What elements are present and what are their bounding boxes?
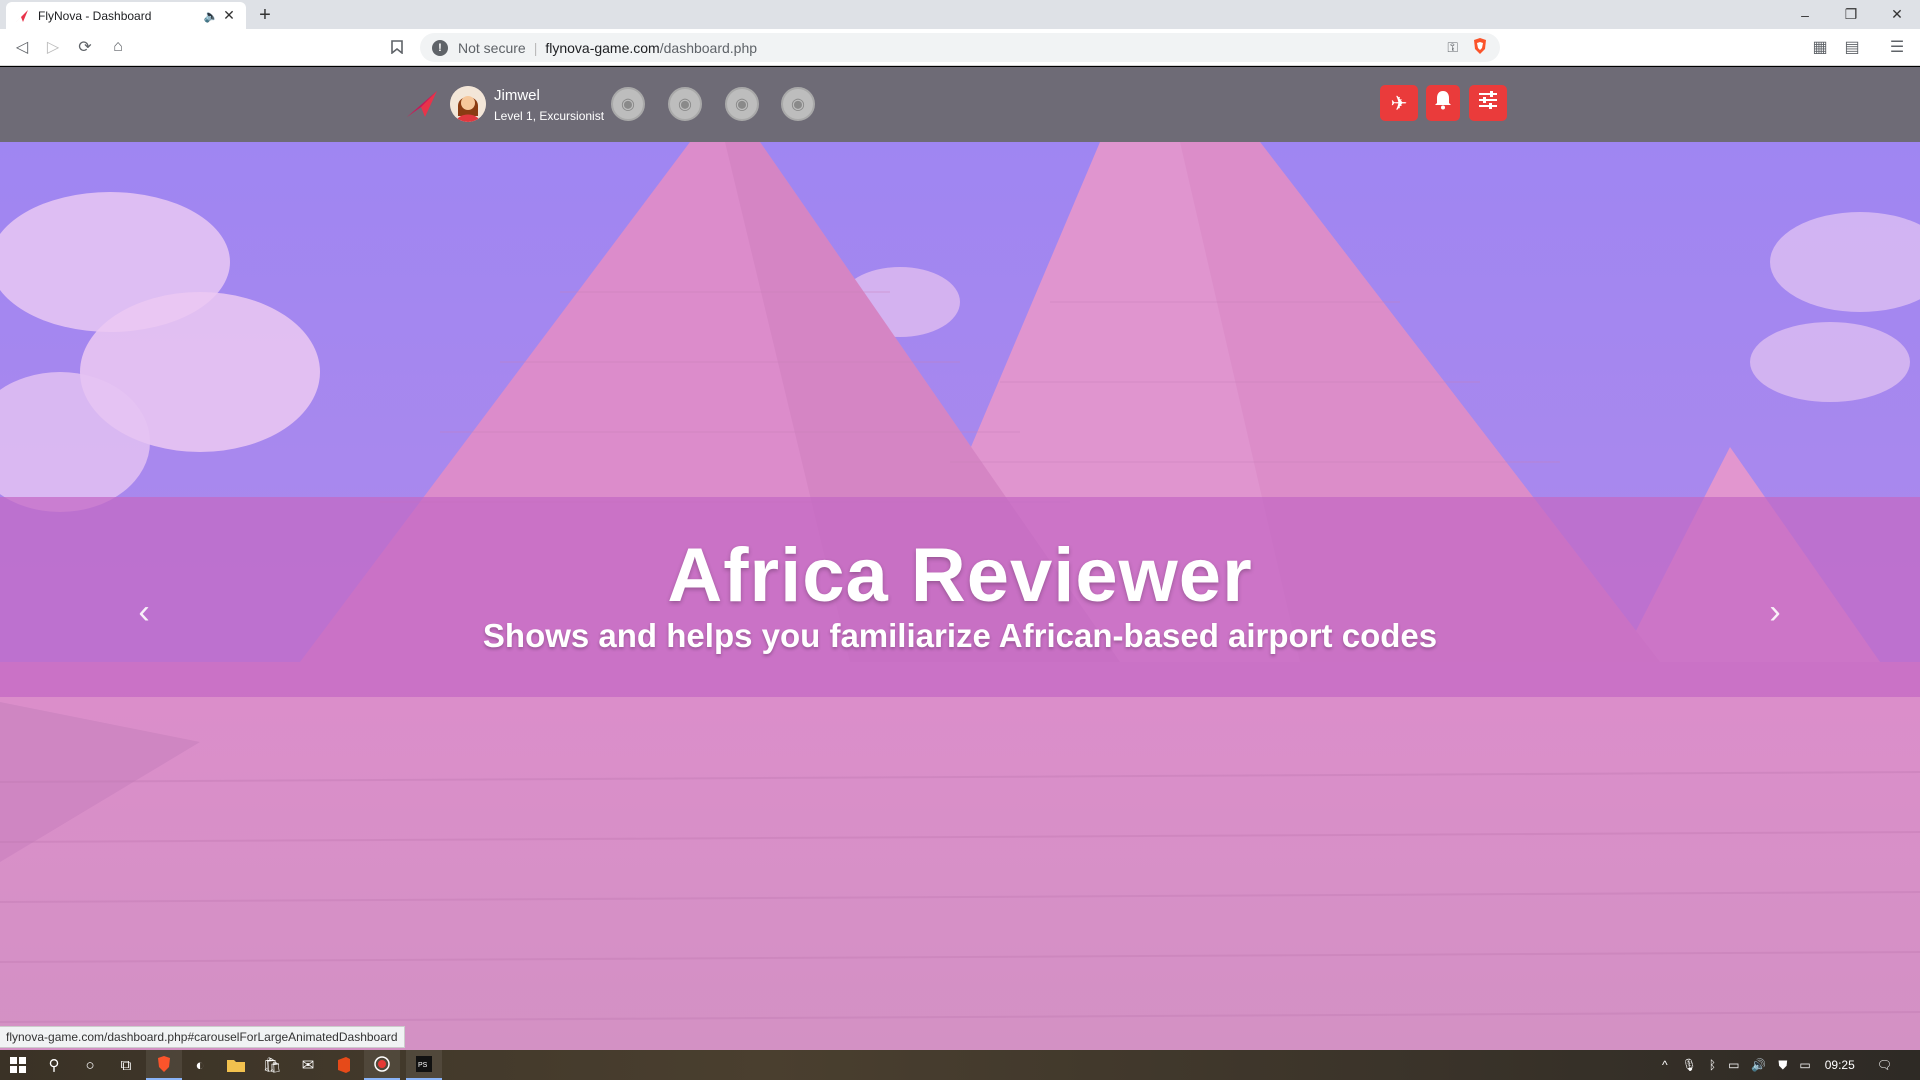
chevron-up-icon[interactable]: ^ xyxy=(1662,1058,1668,1072)
browser-tab-strip: FlyNova - Dashboard 🔈 ✕ + – ❐ ✕ xyxy=(0,0,1920,29)
store-icon[interactable]: 🛍 xyxy=(254,1050,290,1080)
phpstorm-icon[interactable]: PS xyxy=(406,1050,442,1080)
sliders-icon xyxy=(1478,91,1498,115)
brave-shield-icon[interactable] xyxy=(1472,37,1488,58)
file-explorer-icon[interactable] xyxy=(218,1050,254,1080)
close-window-button[interactable]: ✕ xyxy=(1874,0,1920,29)
recorder-icon[interactable] xyxy=(364,1050,400,1080)
carousel-prev-button[interactable]: ‹ xyxy=(124,587,164,637)
achievement-badge-2[interactable]: ◉ xyxy=(668,87,702,121)
link-status-bar: flynova-game.com/dashboard.php#carouselF… xyxy=(0,1026,405,1048)
reader-mode-icon[interactable]: ▤ xyxy=(1840,35,1864,59)
url-host: flynova-game.com xyxy=(545,39,660,56)
plane-icon: ✈ xyxy=(1390,92,1408,115)
user-level: Level 1, Excursionist xyxy=(494,109,605,123)
url-path: /dashboard.php xyxy=(659,39,758,56)
carousel-caption-banner: Africa Reviewer Shows and helps you fami… xyxy=(0,497,1920,697)
menu-icon[interactable]: ☰ xyxy=(1885,35,1909,59)
back-icon[interactable]: ◁ xyxy=(10,35,34,59)
bluetooth-icon[interactable]: ᛒ xyxy=(1709,1058,1716,1072)
browser-toolbar: ◁ ▷ ⟳ ⌂ ! Not secure | flynova-game.com … xyxy=(0,29,1920,66)
page-content: Jimwel Level 1, Excursionist ◉ ◉ ◉ ◉ ✈ A… xyxy=(0,67,1920,1050)
microphone-icon[interactable]: 🎙 xyxy=(1682,1058,1697,1072)
site-header: Jimwel Level 1, Excursionist ◉ ◉ ◉ ◉ ✈ xyxy=(0,67,1920,142)
clock-time[interactable]: 09:25 xyxy=(1825,1058,1855,1072)
achievement-badge-4[interactable]: ◉ xyxy=(781,87,815,121)
forward-icon[interactable]: ▷ xyxy=(41,35,65,59)
settings-button[interactable] xyxy=(1469,85,1507,121)
cortana-icon[interactable]: ○ xyxy=(72,1050,108,1080)
achievement-badge-1[interactable]: ◉ xyxy=(611,87,645,121)
flynova-logo-icon[interactable] xyxy=(405,87,439,121)
search-icon[interactable]: ⚲ xyxy=(36,1050,72,1080)
flynova-favicon-icon xyxy=(14,8,30,24)
bell-icon xyxy=(1434,90,1452,116)
notifications-button[interactable] xyxy=(1426,85,1460,121)
security-label: Not secure xyxy=(458,39,526,56)
shield-icon[interactable]: ⛊ xyxy=(1778,1058,1787,1073)
edge-icon[interactable]: ◐ xyxy=(182,1050,218,1080)
reload-icon[interactable]: ⟳ xyxy=(73,35,97,59)
volume-icon[interactable]: 🔊 xyxy=(1751,1058,1766,1072)
battery-icon[interactable]: ▭ xyxy=(1799,1058,1810,1072)
new-tab-button[interactable]: + xyxy=(252,2,278,28)
address-bar[interactable]: ! Not secure | flynova-game.com /dashboa… xyxy=(420,33,1500,62)
notification-center-icon[interactable]: 🗨 xyxy=(1877,1058,1892,1072)
home-icon[interactable]: ⌂ xyxy=(106,35,130,59)
plane-button[interactable]: ✈ xyxy=(1380,85,1418,121)
windows-taskbar: ⚲ ○ ⧉ ◐ 🛍 ✉ PS ^ 🎙 ᛒ ▭ 🔊 ⛊ ▭ 09:25 🗨 xyxy=(0,1050,1920,1080)
system-tray: ^ 🎙 ᛒ ▭ 🔊 ⛊ ▭ 09:25 🗨 xyxy=(1662,1050,1892,1080)
info-icon[interactable]: ! xyxy=(432,39,448,56)
minimize-button[interactable]: – xyxy=(1782,0,1828,29)
network-icon[interactable]: ▭ xyxy=(1728,1058,1739,1072)
achievement-badge-3[interactable]: ◉ xyxy=(725,87,759,121)
bookmark-icon[interactable] xyxy=(385,35,409,59)
url-separator: | xyxy=(533,39,538,56)
mail-icon[interactable]: ✉ xyxy=(290,1050,326,1080)
key-icon[interactable]: ⚿ xyxy=(1447,39,1458,56)
carousel-next-button[interactable]: › xyxy=(1755,587,1795,637)
speaker-icon[interactable]: 🔈 xyxy=(202,9,220,23)
start-windows-icon[interactable] xyxy=(0,1050,36,1080)
svg-text:PS: PS xyxy=(418,1062,428,1069)
tab-title: FlyNova - Dashboard xyxy=(38,8,152,23)
user-name: Jimwel xyxy=(494,87,540,104)
restore-button[interactable]: ❐ xyxy=(1828,0,1874,29)
office-icon[interactable] xyxy=(326,1050,362,1080)
chevron-left-icon: ‹ xyxy=(138,592,150,631)
close-tab-icon[interactable]: ✕ xyxy=(220,7,238,24)
avatar[interactable] xyxy=(450,86,486,122)
task-view-icon[interactable]: ⧉ xyxy=(108,1050,144,1080)
browser-tab[interactable]: FlyNova - Dashboard 🔈 ✕ xyxy=(6,2,246,29)
carousel-title: Africa Reviewer xyxy=(667,533,1253,618)
chevron-right-icon: › xyxy=(1769,592,1781,631)
qr-code-icon[interactable]: ▦ xyxy=(1808,35,1832,59)
carousel-subtitle: Shows and helps you familiarize African-… xyxy=(482,617,1438,654)
brave-browser-icon[interactable] xyxy=(146,1050,182,1080)
